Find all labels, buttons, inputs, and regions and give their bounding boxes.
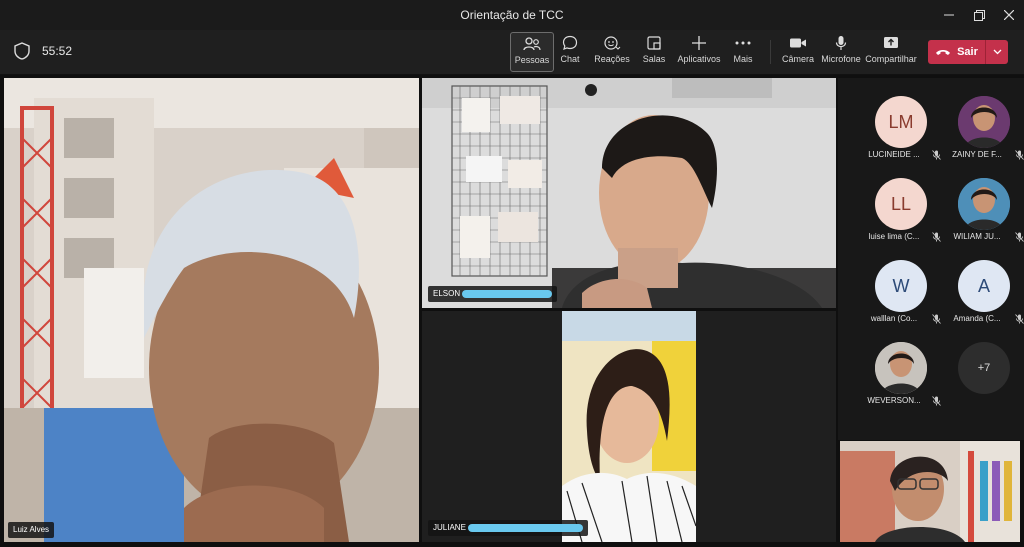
self-view-tile[interactable] — [840, 441, 1020, 542]
avatar: LL — [875, 178, 927, 230]
reactions-button[interactable]: Reações — [594, 32, 630, 70]
people-label: Pessoas — [514, 55, 550, 65]
close-button[interactable] — [992, 0, 1024, 30]
participant-tile[interactable]: LL luise lima (C... — [858, 174, 941, 246]
restore-icon — [973, 9, 985, 21]
rooms-button[interactable]: Salas — [640, 32, 668, 70]
avatar: LM — [875, 96, 927, 148]
share-screen-icon — [884, 37, 898, 48]
redaction-mark — [467, 523, 583, 532]
participant-tile[interactable]: Wwalllan (Co... — [858, 256, 941, 328]
chat-label: Chat — [560, 54, 580, 64]
apps-button[interactable]: Aplicativos — [677, 32, 721, 70]
participant-tile[interactable]: ZAINY DE F... — [941, 92, 1024, 164]
avatar-photo — [875, 342, 927, 394]
mic-muted-icon — [1015, 232, 1024, 242]
participants-panel: LM LUCINEIDE ... ZAINY DE F... LL luise lima… — [838, 78, 1024, 440]
maximize-button[interactable] — [962, 0, 996, 30]
chat-button[interactable]: Chat — [554, 32, 586, 70]
redaction-mark — [462, 289, 553, 298]
close-icon — [1004, 10, 1014, 20]
people-button[interactable]: Pessoas — [510, 32, 554, 72]
participant-tile[interactable]: LM LUCINEIDE ... — [858, 92, 941, 164]
video-feed-elson — [422, 78, 836, 308]
mic-muted-icon — [932, 150, 941, 160]
avatar — [875, 342, 927, 394]
avatar — [958, 96, 1010, 148]
apps-label: Aplicativos — [677, 54, 721, 64]
video-feed-juliana — [562, 311, 696, 542]
share-label: Compartilhar — [865, 54, 917, 64]
more-button[interactable]: Mais — [730, 32, 756, 70]
participant-tile[interactable]: WILIAM JU... — [941, 174, 1024, 246]
microphone-icon — [835, 36, 847, 50]
shield-icon[interactable] — [14, 42, 30, 60]
avatar-photo — [958, 178, 1010, 230]
people-icon — [523, 37, 541, 51]
rooms-icon — [647, 36, 661, 50]
more-dots-icon — [735, 41, 751, 45]
video-feed-luiz — [4, 78, 419, 542]
toolbar-divider — [770, 40, 771, 64]
participant-name: JULIANE — [433, 523, 466, 532]
camera-button[interactable]: Câmera — [781, 32, 815, 70]
avatar: A — [958, 260, 1010, 312]
nameplate-elson: ELSON — [428, 286, 558, 302]
participant-name: luise lima (C... — [868, 232, 920, 241]
participant-name: ZAINY DE F... — [952, 150, 1002, 159]
reactions-icon — [604, 36, 621, 50]
more-participants-count[interactable]: +7 — [958, 342, 1010, 394]
window-title: Orientação de TCC — [460, 8, 564, 22]
mic-muted-icon — [932, 232, 941, 242]
camera-icon — [790, 38, 806, 48]
microphone-label: Microfone — [821, 54, 861, 64]
minimize-button[interactable] — [932, 0, 966, 30]
participant-tile[interactable]: A Amanda (C... — [941, 256, 1024, 328]
nameplate-luiz: Luiz Alves — [8, 522, 55, 538]
mic-muted-icon — [932, 396, 941, 406]
participant-name: walllan (Co... — [870, 314, 918, 323]
meeting-timer: 55:52 — [42, 44, 73, 58]
title-bar: Orientação de TCC — [0, 0, 1024, 30]
participant-name: WEVERSON... — [867, 396, 921, 405]
mic-muted-icon — [932, 314, 941, 324]
participant-name: LUCINEIDE ... — [868, 150, 920, 159]
share-button[interactable]: Compartilhar — [865, 32, 917, 70]
participant-name: ELSON — [433, 289, 461, 298]
leave-main[interactable]: Sair — [928, 40, 986, 64]
participant-tile[interactable]: WEVERSON... — [858, 338, 941, 410]
more-label: Mais — [733, 54, 753, 64]
chat-icon — [562, 35, 578, 50]
video-tile-elson[interactable]: ELSON — [422, 78, 836, 308]
video-frame-juliana — [562, 311, 696, 542]
mic-muted-icon — [1015, 314, 1024, 324]
avatar — [958, 178, 1010, 230]
hang-up-icon — [936, 50, 951, 55]
video-tile-juliana[interactable]: JULIANE — [422, 311, 836, 542]
mic-muted-icon — [1015, 150, 1024, 160]
video-tile-luiz[interactable]: Luiz Alves — [4, 78, 419, 542]
minimize-icon — [944, 14, 954, 16]
participant-name: Amanda (C... — [953, 314, 1001, 323]
rooms-label: Salas — [642, 54, 666, 64]
avatar-photo — [958, 96, 1010, 148]
chevron-down-icon — [993, 49, 1001, 55]
add-icon — [692, 36, 706, 50]
avatar: W — [875, 260, 927, 312]
leave-options-button[interactable] — [986, 49, 1008, 55]
leave-label: Sair — [957, 46, 978, 58]
camera-label: Câmera — [781, 54, 814, 64]
self-view-feed — [840, 441, 1020, 542]
more-participants-button[interactable]: +7 — [941, 338, 1023, 410]
nameplate-juliana: JULIANE — [428, 520, 588, 536]
participant-name: Luiz Alves — [13, 525, 50, 534]
participant-name: WILIAM JU... — [953, 232, 1001, 241]
reactions-label: Reações — [594, 54, 630, 64]
leave-button[interactable]: Sair — [928, 40, 1008, 64]
microphone-button[interactable]: Microfone — [821, 32, 861, 70]
meeting-toolbar: 55:52 Pessoas Chat Reações Salas Aplicat… — [0, 30, 1024, 75]
